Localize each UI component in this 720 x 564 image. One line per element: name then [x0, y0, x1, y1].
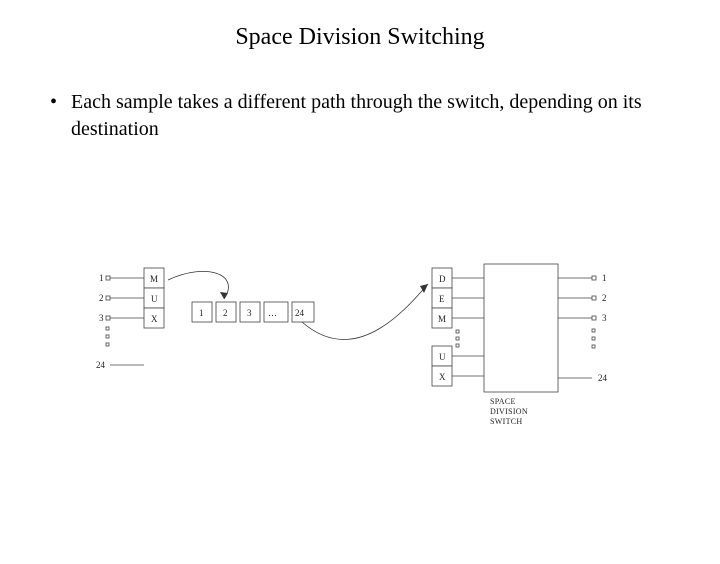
arrow-path: [168, 271, 228, 299]
left-input-label: 24: [96, 360, 106, 370]
right-output-label: 24: [598, 373, 608, 383]
bullet-marker: •: [50, 89, 57, 116]
switch-caption-line: SWITCH: [490, 417, 522, 426]
switch-caption-line: DIVISION: [490, 407, 528, 416]
buffer-cell-label: 1: [199, 308, 204, 318]
left-input-label: 2: [99, 293, 104, 303]
bullet-text: Each sample takes a different path throu…: [71, 89, 680, 143]
demux-cell-label: X: [439, 372, 446, 382]
right-output-label: 3: [602, 313, 607, 323]
demux-cell-label: D: [439, 274, 446, 284]
right-output-label: 2: [602, 293, 607, 303]
switch-caption-line: SPACE: [490, 397, 516, 406]
right-output-label: 1: [602, 273, 607, 283]
buffer-cell-label: …: [268, 308, 277, 318]
space-division-switch: [484, 264, 558, 392]
buffer-cell-label: 24: [295, 308, 305, 318]
mux-cell-label: M: [150, 274, 158, 284]
left-input-label: 1: [99, 273, 104, 283]
demux-cell-label: E: [439, 294, 445, 304]
arrow-path: [302, 284, 428, 339]
mux-cell-label: U: [151, 294, 158, 304]
bullet-item: • Each sample takes a different path thr…: [50, 89, 680, 143]
demux-cell-label: M: [438, 314, 446, 324]
diagram: 1 2 3 24 M U X 1 2 3 … 24 D E M U X: [96, 254, 636, 434]
buffer-cell-label: 3: [247, 308, 252, 318]
left-input-label: 3: [99, 313, 104, 323]
demux-cell-label: U: [439, 352, 446, 362]
mux-cell-label: X: [151, 314, 158, 324]
buffer-cell-label: 2: [223, 308, 228, 318]
slide-title: Space Division Switching: [0, 24, 720, 51]
